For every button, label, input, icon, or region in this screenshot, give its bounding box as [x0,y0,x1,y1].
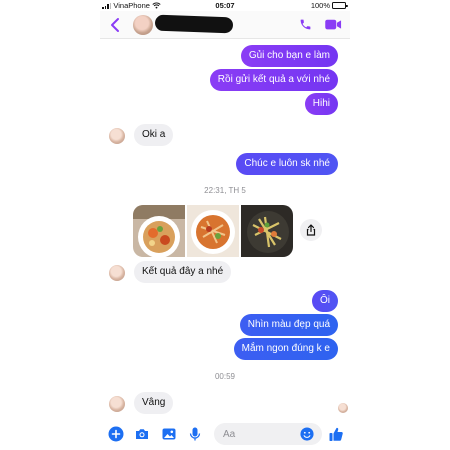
battery-icon [332,2,348,9]
chat-header [100,11,350,39]
outgoing-message[interactable]: Gủi cho bạn e làm [240,45,338,67]
incoming-message[interactable]: Vâng [134,392,174,414]
incoming-message[interactable]: Kết quả đây a nhé [134,261,232,283]
contact-avatar[interactable] [133,15,153,35]
message-composer [100,419,350,450]
gallery-icon[interactable] [161,426,177,442]
outgoing-message[interactable]: Hihi [304,93,338,115]
phone-call-icon[interactable] [299,18,312,31]
timestamp: 22:31, TH 5 [204,186,246,195]
emoji-icon[interactable] [300,427,314,441]
outgoing-message[interactable]: Mắm ngon đúng k e [233,338,338,360]
camera-icon[interactable] [134,426,150,442]
share-button[interactable] [300,219,322,241]
battery-label: 100% [310,1,330,10]
like-thumbs-up-icon[interactable] [328,426,344,442]
status-right: 100% [310,1,348,10]
food-photo-2[interactable] [187,205,239,257]
food-photo-1[interactable] [133,205,185,257]
timestamp: 00:59 [214,372,236,381]
contact-name-redacted[interactable] [154,14,234,34]
seen-avatar-indicator [338,403,348,413]
contact-avatar-small[interactable] [109,396,125,412]
food-photo-3[interactable] [241,205,293,257]
outgoing-message[interactable]: Rồi gửi kết quả a với nhé [209,69,338,91]
share-icon [306,224,316,236]
photo-attachments [133,205,293,257]
chat-screen: VinaPhone 05:07 100% Gủi cho bạn e làm R… [100,0,350,450]
contact-avatar-small[interactable] [109,265,125,281]
microphone-icon[interactable] [187,426,203,442]
incoming-message[interactable]: Oki a [134,124,174,146]
status-bar: VinaPhone 05:07 100% [100,0,350,11]
outgoing-message[interactable]: Nhìn màu đẹp quá [239,314,338,336]
contact-avatar-small[interactable] [109,128,125,144]
back-chevron-icon[interactable] [109,17,121,33]
plus-icon[interactable] [108,426,124,442]
video-call-icon[interactable] [325,19,342,30]
outgoing-message[interactable]: Ôi [312,290,338,312]
outgoing-message[interactable]: Chúc e luôn sk nhé [236,153,338,175]
